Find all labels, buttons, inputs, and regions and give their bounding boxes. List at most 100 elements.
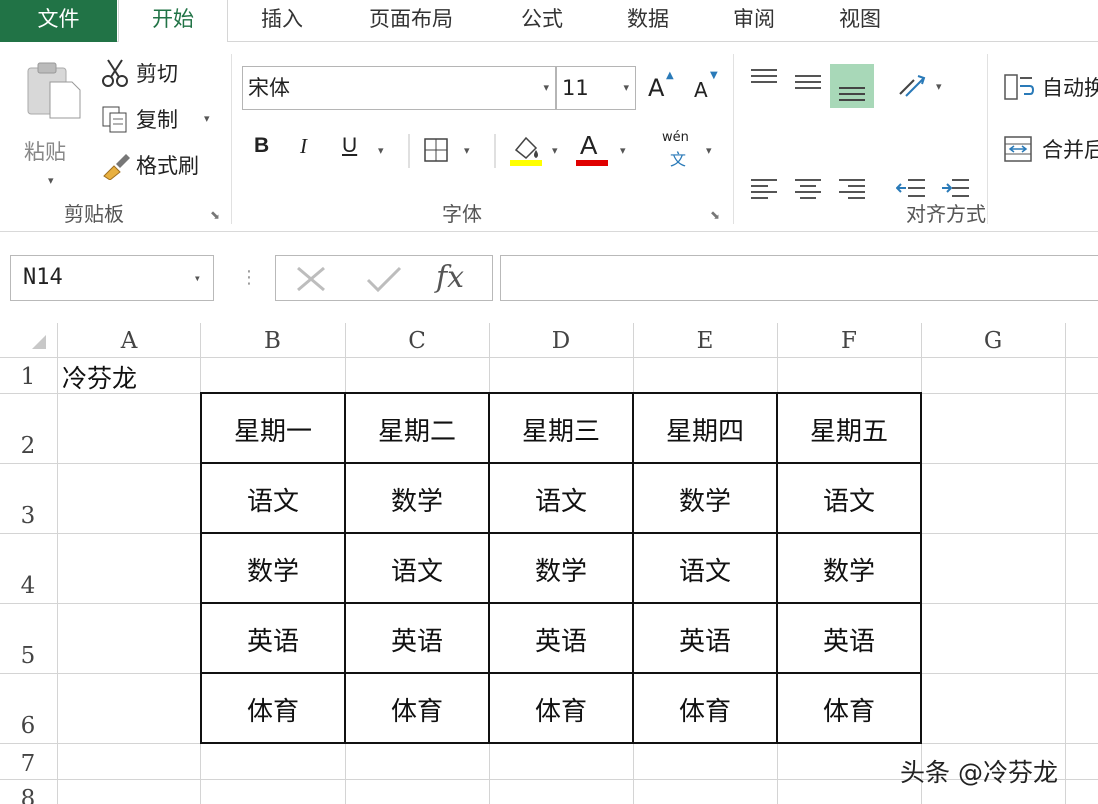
cut-button[interactable]: 剪切: [98, 56, 208, 90]
tab-data[interactable]: 数据: [608, 0, 688, 42]
column-header-e[interactable]: E: [633, 325, 777, 357]
row-header-6[interactable]: 6: [0, 673, 56, 743]
tab-home[interactable]: 开始: [118, 0, 228, 43]
table-cell[interactable]: 数学: [346, 481, 488, 518]
table-cell[interactable]: 数学: [490, 551, 632, 588]
underline-icon: U: [342, 134, 358, 157]
cell-a1[interactable]: 冷芬龙: [62, 359, 137, 395]
table-cell[interactable]: 体育: [346, 691, 488, 728]
italic-icon: I: [300, 134, 307, 158]
clipboard-launcher-icon[interactable]: ⬊: [210, 208, 220, 222]
copy-dropdown-icon: ▾: [204, 112, 210, 125]
select-all-button[interactable]: [0, 323, 58, 357]
chevron-down-icon: ▾: [620, 144, 626, 157]
align-center-icon[interactable]: [792, 176, 824, 204]
insert-function-icon[interactable]: fx: [436, 260, 464, 295]
column-header-d[interactable]: D: [489, 325, 633, 357]
bold-button[interactable]: B: [250, 134, 280, 168]
row-header-8[interactable]: 8: [0, 779, 56, 804]
row-header-1[interactable]: 1: [0, 357, 56, 393]
table-cell[interactable]: 星期一: [202, 411, 344, 448]
table-cell[interactable]: 语文: [778, 481, 920, 518]
align-left-icon[interactable]: [748, 176, 780, 204]
spreadsheet-grid[interactable]: A B C D E F G 1 2 3 4 5 6 7 8 冷芬龙 星期一 星期…: [0, 323, 1098, 804]
row-header-4[interactable]: 4: [0, 533, 56, 603]
phonetic-button[interactable]: wén 文 ▾: [660, 130, 720, 170]
align-bottom-button[interactable]: [830, 64, 874, 108]
table-cell[interactable]: 星期五: [778, 411, 920, 448]
align-right-icon[interactable]: [836, 176, 868, 204]
table-cell[interactable]: 语文: [202, 481, 344, 518]
font-launcher-icon[interactable]: ⬊: [710, 208, 720, 222]
table-cell[interactable]: 英语: [346, 621, 488, 658]
bold-icon: B: [254, 134, 270, 157]
table-cell[interactable]: 体育: [634, 691, 776, 728]
divider: [494, 134, 496, 168]
column-header-a[interactable]: A: [58, 325, 200, 357]
merge-center-label: 合并后: [1042, 138, 1098, 162]
tab-insert[interactable]: 插入: [240, 0, 324, 42]
tab-review[interactable]: 审阅: [714, 0, 794, 42]
tab-view[interactable]: 视图: [820, 0, 900, 42]
more-vertical-icon[interactable]: ⋮: [240, 267, 258, 288]
row-header-2[interactable]: 2: [0, 393, 56, 463]
table-cell[interactable]: 语文: [490, 481, 632, 518]
table-cell[interactable]: 语文: [346, 551, 488, 588]
enter-check-icon[interactable]: [364, 266, 404, 294]
cancel-icon[interactable]: [294, 266, 328, 292]
font-group-label: 字体: [442, 202, 482, 226]
wrap-text-button[interactable]: 自动换: [1000, 70, 1098, 106]
font-color-button[interactable]: A ▾: [574, 130, 634, 170]
table-cell[interactable]: 体育: [490, 691, 632, 728]
table-cell[interactable]: 体育: [202, 691, 344, 728]
format-painter-button[interactable]: 格式刷: [98, 148, 216, 182]
row-header-7[interactable]: 7: [0, 743, 56, 779]
ribbon-tabs: 文件 开始 插入 页面布局 公式 数据 审阅 视图: [0, 0, 1098, 43]
merge-center-button[interactable]: 合并后: [1000, 132, 1098, 168]
table-cell[interactable]: 数学: [202, 551, 344, 588]
increase-font-button[interactable]: A ▲: [646, 70, 676, 106]
align-middle-icon[interactable]: [792, 66, 824, 96]
table-cell[interactable]: 体育: [778, 691, 920, 728]
table-cell[interactable]: 英语: [634, 621, 776, 658]
column-header-g[interactable]: G: [921, 325, 1065, 357]
table-cell[interactable]: 星期二: [346, 411, 488, 448]
column-header-c[interactable]: C: [345, 325, 489, 357]
column-header-f[interactable]: F: [777, 325, 921, 357]
table-border: [200, 672, 922, 674]
tab-file[interactable]: 文件: [0, 0, 117, 42]
italic-button[interactable]: I: [294, 134, 324, 168]
gridline: [0, 357, 1098, 358]
tab-page-layout[interactable]: 页面布局: [352, 0, 470, 42]
paste-dropdown-icon: ▾: [48, 174, 54, 187]
formula-input[interactable]: [500, 255, 1098, 301]
paste-button[interactable]: 粘贴 ▾: [18, 56, 88, 196]
phonetic-char: 文: [670, 150, 687, 169]
row-header-5[interactable]: 5: [0, 603, 56, 673]
fill-color-button[interactable]: ▾: [506, 130, 566, 170]
tab-formulas[interactable]: 公式: [502, 0, 582, 42]
copy-icon: [102, 106, 127, 133]
table-cell[interactable]: 英语: [778, 621, 920, 658]
name-box[interactable]: N14 ▾: [10, 255, 214, 301]
table-cell[interactable]: 语文: [634, 551, 776, 588]
column-header-b[interactable]: B: [200, 325, 345, 357]
table-cell[interactable]: 星期三: [490, 411, 632, 448]
align-top-icon[interactable]: [748, 66, 780, 96]
table-cell[interactable]: 英语: [490, 621, 632, 658]
borders-button[interactable]: ▾: [420, 134, 482, 168]
font-name-select[interactable]: 宋体 ▾: [242, 66, 556, 110]
underline-button[interactable]: U ▾: [338, 134, 394, 168]
font-size-select[interactable]: 11 ▾: [556, 66, 636, 110]
table-cell[interactable]: 数学: [778, 551, 920, 588]
decrease-font-button[interactable]: A ▼: [692, 70, 722, 106]
chevron-down-icon: ▾: [552, 144, 558, 157]
table-cell[interactable]: 星期四: [634, 411, 776, 448]
copy-button[interactable]: 复制 ▾: [98, 102, 220, 136]
orientation-button[interactable]: ▾: [896, 68, 952, 104]
table-cell[interactable]: 英语: [202, 621, 344, 658]
chevron-down-icon: ▾: [193, 271, 201, 285]
row-header-3[interactable]: 3: [0, 463, 56, 533]
table-cell[interactable]: 数学: [634, 481, 776, 518]
table-border: [200, 392, 922, 394]
